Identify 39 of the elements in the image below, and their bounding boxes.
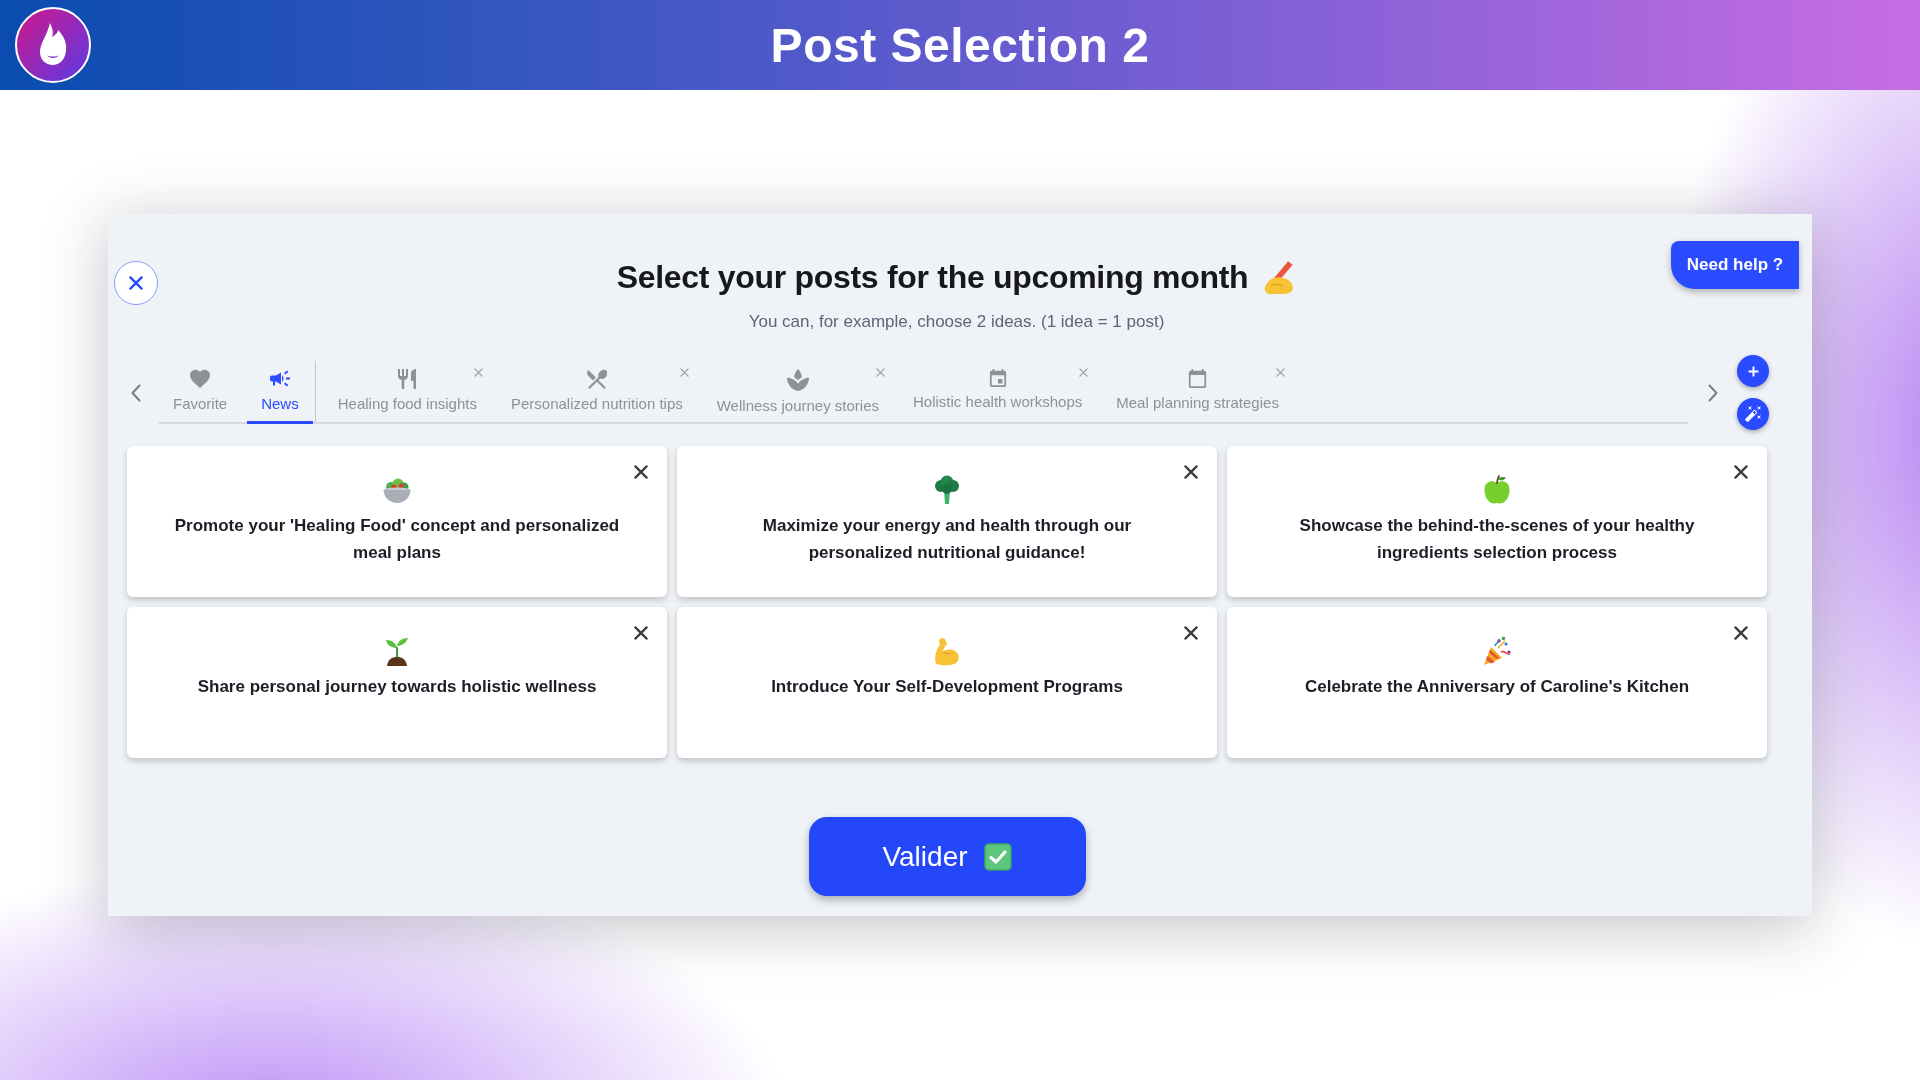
check-box-icon (983, 842, 1012, 871)
post-idea-text: Celebrate the Anniversary of Caroline's Kitchen (1304, 676, 1690, 698)
close-icon[interactable] (1734, 626, 1748, 640)
post-idea-text: Introduce Your Self-Development Programs (771, 676, 1123, 698)
post-idea-card[interactable]: Showcase the behind-the-scenes of your healthy ingredients selection process (1227, 446, 1767, 597)
post-idea-text: Maximize your energy and health through our personalized nutritional guidance! (761, 515, 1133, 564)
post-idea-card[interactable]: Promote your 'Healing Food' concept and personalized meal plans (127, 446, 667, 597)
megaphone-icon (269, 369, 290, 389)
post-idea-card[interactable]: Maximize your energy and health through our personalized nutritional guidance! (677, 446, 1217, 597)
post-idea-card[interactable]: Introduce Your Self-Development Programs (677, 607, 1217, 758)
dialog-subtitle: You can, for example, choose 2 ideas. (1 idea = 1 post) (748, 311, 1165, 333)
post-idea-text: Showcase the behind-the-scenes of your healthy ingredients selection process (1298, 515, 1696, 564)
post-idea-card[interactable]: Celebrate the Anniversary of Caroline's Kitchen (1227, 607, 1767, 758)
close-icon (129, 276, 143, 290)
lotus-icon (786, 369, 809, 391)
magic-wand-icon (1745, 406, 1761, 422)
post-idea-card[interactable]: Share personal journey towards holistic wellness (127, 607, 667, 758)
plus-icon (1747, 365, 1759, 377)
close-icon[interactable] (1184, 465, 1198, 479)
post-idea-text: Share personal journey towards holistic wellness (197, 676, 597, 698)
dialog-title: Select your posts for the upcoming month (616, 258, 1249, 297)
fork-knife-icon (397, 369, 418, 389)
party-popper-icon (1481, 635, 1513, 667)
post-idea-text: Promote your 'Healing Food' concept and personalized meal plans (173, 515, 621, 564)
category-tab[interactable]: News (247, 361, 313, 424)
page-title: Post Selection 2 (770, 17, 1150, 73)
close-icon[interactable] (634, 626, 648, 640)
add-button[interactable] (1737, 355, 1769, 387)
calendar-icon (988, 369, 1007, 387)
heart-icon (190, 369, 211, 389)
calendar-icon (1188, 369, 1208, 388)
close-button[interactable] (114, 261, 158, 305)
close-icon[interactable] (1734, 465, 1748, 479)
close-icon[interactable] (1184, 626, 1198, 640)
magic-wand-button[interactable] (1737, 398, 1769, 430)
close-icon[interactable] (634, 465, 648, 479)
help-button[interactable]: Need help ? (1671, 241, 1799, 289)
crossed-utensils-icon (586, 369, 607, 389)
confirm-button[interactable]: Valider (808, 817, 1086, 896)
